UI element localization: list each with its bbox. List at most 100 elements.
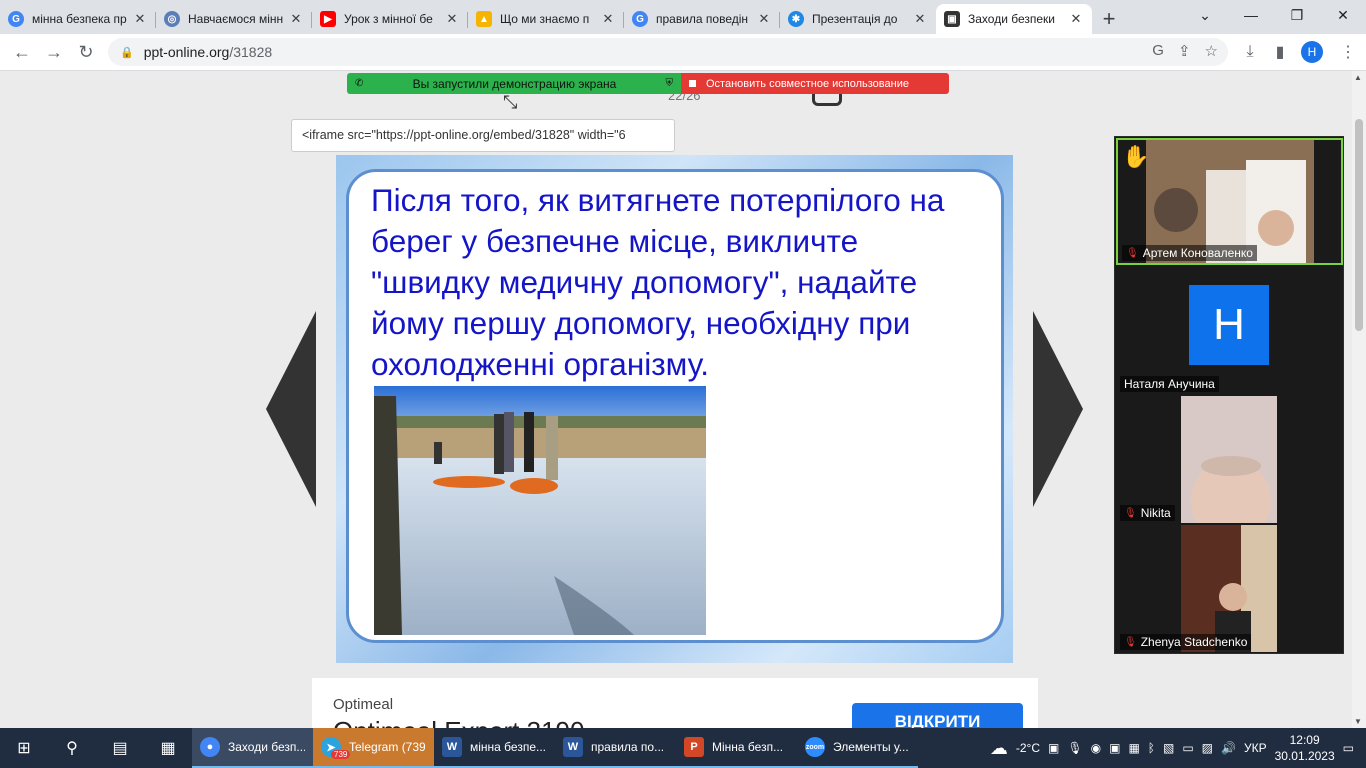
microphone-icon[interactable]: 🎙	[1067, 741, 1082, 755]
scroll-up-icon[interactable]: ▲	[1354, 73, 1362, 82]
clock-time: 12:09	[1289, 733, 1320, 747]
taskbar-app-label: правила по...	[591, 740, 665, 754]
rescue-photo-image	[374, 386, 706, 635]
bookmark-star-icon[interactable]: ☆	[1205, 42, 1218, 60]
close-icon[interactable]: ✕	[912, 11, 928, 27]
taskbar-app-zoom[interactable]: zoom Элементы у...	[797, 728, 918, 768]
browser-tab[interactable]: G мінна безпека пр ✕	[0, 4, 156, 34]
tray-app-icon[interactable]: ▣	[1048, 741, 1059, 755]
browser-tab[interactable]: ▲ Що ми знаємо п ✕	[468, 4, 624, 34]
tab-title: Заходи безпеки	[968, 12, 1056, 26]
participant-name-label: 🎙 Zhenya Stadchenko	[1120, 634, 1252, 650]
taskbar-app-label: Элементы у...	[833, 740, 909, 754]
stop-icon	[689, 80, 696, 87]
taskbar-app-telegram[interactable]: ➤ 739 Telegram (739)	[313, 728, 434, 768]
window-close-button[interactable]: ✕	[1320, 0, 1366, 30]
bluetooth-icon[interactable]: ᛒ	[1148, 741, 1155, 755]
reload-icon[interactable]: ↻	[72, 38, 100, 66]
tray-app-icon[interactable]: ▨	[1202, 741, 1213, 755]
side-panel-icon[interactable]: ▮	[1266, 38, 1294, 66]
profile-avatar[interactable]: H	[1301, 41, 1323, 63]
task-view-icon[interactable]: ▤	[96, 728, 144, 768]
search-icon[interactable]: ⚲	[48, 728, 96, 768]
tab-strip: G мінна безпека пр ✕ ◎ Навчаємося мінн ✕…	[0, 0, 1366, 34]
google-lens-icon[interactable]: G	[1152, 42, 1164, 60]
network-icon[interactable]: ▭	[1182, 741, 1193, 755]
google-icon: G	[8, 11, 24, 27]
language-indicator[interactable]: УКР	[1244, 741, 1267, 755]
doc-icon: ▲	[476, 11, 492, 27]
close-icon[interactable]: ✕	[444, 11, 460, 27]
taskbar-app-powerpoint[interactable]: P Мінна безп...	[676, 728, 797, 768]
volume-icon[interactable]: 🔊	[1221, 741, 1236, 755]
participant-tile[interactable]: 🎙 Zhenya Stadchenko	[1116, 525, 1343, 652]
participant-name: Наталя Анучина	[1124, 377, 1215, 391]
zoom-icon: zoom	[805, 737, 825, 757]
browser-tab[interactable]: ▶ Урок з мінної бе ✕	[312, 4, 468, 34]
weather-icon[interactable]: ☁	[990, 738, 1008, 759]
participant-tile[interactable]: 🎙 Nikita	[1116, 396, 1343, 523]
prev-slide-arrow[interactable]	[266, 311, 316, 507]
participant-tile[interactable]: H Наталя Анучина	[1116, 267, 1343, 394]
mic-muted-icon: 🎙	[1124, 507, 1137, 519]
browser-tab-active[interactable]: ▣ Заходи безпеки ✕	[936, 4, 1092, 34]
close-icon[interactable]: ✕	[1068, 11, 1084, 27]
taskbar-app-chrome[interactable]: ● Заходи безп...	[192, 728, 313, 768]
stop-share-label: Остановить совместное использование	[706, 77, 909, 90]
taskbar-app-word[interactable]: W правила по...	[555, 728, 676, 768]
screen-share-banner: ✆ Вы запустили демонстрацию экрана ⛨	[347, 73, 681, 94]
browser-tab[interactable]: ✱ Презентація до ✕	[780, 4, 936, 34]
browser-tab[interactable]: G правила поведін ✕	[624, 4, 780, 34]
fullscreen-icon[interactable]: ⤡	[503, 92, 517, 113]
new-tab-button[interactable]: +	[1092, 4, 1126, 34]
back-arrow-icon[interactable]: ←	[8, 38, 36, 66]
url-path: /31828	[229, 44, 273, 60]
zoom-tray-icon[interactable]: ◉	[1091, 741, 1101, 755]
tab-search-icon[interactable]: ⌄	[1182, 0, 1228, 30]
download-icon[interactable]: ⤓	[1236, 38, 1264, 66]
calculator-icon[interactable]: ▦	[144, 728, 192, 768]
omnibox-icons: G ⇪ ☆	[1152, 42, 1218, 60]
forward-arrow-icon[interactable]: →	[40, 38, 68, 66]
phone-icon: ✆	[355, 78, 364, 89]
windows-start-icon[interactable]: ⊞	[0, 728, 48, 768]
close-icon[interactable]: ✕	[132, 11, 148, 27]
browser-tab[interactable]: ◎ Навчаємося мінн ✕	[156, 4, 312, 34]
stop-share-button[interactable]: Остановить совместное использование	[681, 73, 949, 94]
menu-dots-icon[interactable]: ⋮	[1334, 38, 1362, 66]
participant-name-label: 🎙 Артем Коноваленко	[1122, 245, 1257, 261]
notifications-icon[interactable]: ▭	[1343, 741, 1354, 755]
clock[interactable]: 12:09 30.01.2023	[1275, 732, 1335, 764]
close-icon[interactable]: ✕	[600, 11, 616, 27]
tab-title: Урок з мінної бе	[344, 12, 433, 26]
participant-tile[interactable]: ✋ 🎙 Артем Коноваленко	[1116, 138, 1343, 265]
share-icon[interactable]: ⇪	[1178, 42, 1191, 60]
shield-icon: ⛨	[665, 78, 674, 89]
taskbar-app-label: Заходи безп...	[228, 740, 305, 754]
tray-app-icon[interactable]: ▧	[1163, 741, 1174, 755]
share-embed-icon[interactable]	[812, 92, 842, 106]
participant-name-label: 🎙 Nikita	[1120, 505, 1175, 521]
participant-avatar: H	[1189, 285, 1269, 365]
weather-temp[interactable]: -2°C	[1016, 741, 1040, 755]
scroll-down-icon[interactable]: ▼	[1354, 717, 1362, 726]
address-bar[interactable]: 🔒 ppt-online.org/31828 G ⇪ ☆	[108, 38, 1228, 66]
scrollbar-thumb[interactable]	[1355, 119, 1363, 331]
embed-code-input[interactable]: <iframe src="https://ppt-online.org/embe…	[291, 119, 675, 152]
scrollbar[interactable]: ▲ ▼	[1352, 71, 1366, 728]
word-icon: W	[563, 737, 583, 757]
tab-title: правила поведін	[656, 12, 749, 26]
taskbar-app-label: мінна безпе...	[470, 740, 547, 754]
tray-app-icon[interactable]: ▦	[1128, 741, 1139, 755]
close-icon[interactable]: ✕	[756, 11, 772, 27]
next-slide-arrow[interactable]	[1033, 311, 1083, 507]
browser-toolbar: ← → ↻ 🔒 ppt-online.org/31828 G ⇪ ☆ ⤓ ▮ ⋮	[0, 34, 1366, 71]
google-icon: G	[632, 11, 648, 27]
taskbar-app-word[interactable]: W мінна безпе...	[434, 728, 555, 768]
tray-app-icon[interactable]: ▣	[1109, 741, 1120, 755]
close-icon[interactable]: ✕	[288, 11, 304, 27]
participant-name: Zhenya Stadchenko	[1140, 635, 1248, 649]
minimize-button[interactable]: —	[1228, 0, 1274, 30]
participant-name-label: Наталя Анучина	[1120, 376, 1219, 392]
restore-button[interactable]: ❐	[1274, 0, 1320, 30]
